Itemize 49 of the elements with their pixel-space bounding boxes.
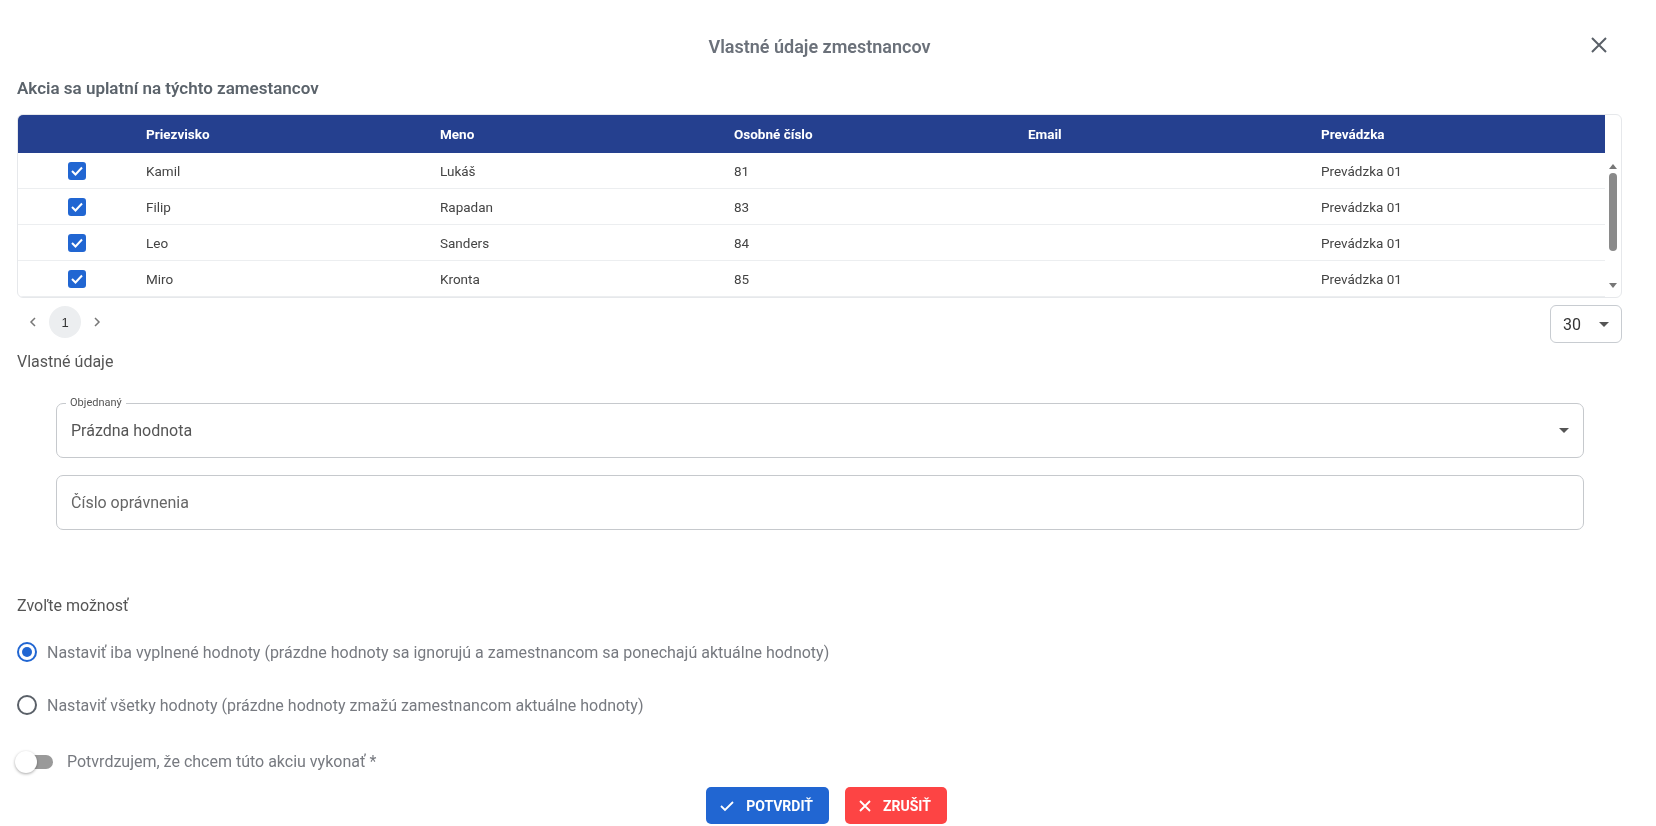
- chevron-left-icon[interactable]: [27, 316, 39, 328]
- dialog-title: Vlastné údaje zmestnancov: [708, 35, 931, 57]
- chevron-right-icon[interactable]: [91, 316, 103, 328]
- radio-button[interactable]: [17, 695, 37, 715]
- radio-button[interactable]: [17, 642, 37, 662]
- input-field[interactable]: Číslo oprávnenia: [56, 475, 1584, 530]
- section-heading: Akcia sa uplatní na týchto zamestancov: [17, 78, 320, 98]
- confirm-button[interactable]: POTVRDIŤ: [706, 787, 829, 824]
- close-icon: [858, 799, 871, 812]
- row-checkbox[interactable]: [68, 233, 86, 252]
- caret-icon: [1599, 321, 1609, 327]
- scroll-up-icon[interactable]: [1609, 163, 1617, 169]
- column-header[interactable]: Email: [1028, 126, 1321, 142]
- table-cell-text: Leo: [146, 234, 170, 251]
- page-button[interactable]: 1: [49, 306, 81, 338]
- table-cell-text: Prevádzka 01: [1321, 198, 1403, 215]
- field-label: Objednaný: [66, 396, 126, 409]
- table-cell-text: Filip: [146, 198, 172, 215]
- table-cell-text: Lukáš: [440, 162, 477, 179]
- table-cell-text: 83: [734, 198, 751, 215]
- table-cell-text: Sanders: [440, 234, 491, 251]
- column-header[interactable]: Prevádzka: [1321, 126, 1605, 142]
- table-cell-text: 81: [734, 162, 751, 179]
- table-cell-text: 84: [734, 234, 751, 251]
- row-checkbox[interactable]: [68, 269, 86, 288]
- table-cell-text: Miro: [146, 270, 175, 287]
- section-heading: Zvoľte možnosť: [17, 596, 130, 615]
- check-icon: [720, 799, 735, 812]
- table-cell-text: Prevádzka 01: [1321, 234, 1403, 251]
- row-checkbox[interactable]: [68, 197, 86, 216]
- close-icon[interactable]: [1590, 36, 1608, 54]
- table-cell-text: Kronta: [440, 270, 481, 287]
- table-cell-text: 85: [734, 270, 751, 287]
- column-header[interactable]: Osobné číslo: [734, 126, 1028, 142]
- row-checkbox[interactable]: [68, 161, 86, 180]
- caret-icon: [1559, 428, 1569, 433]
- section-heading: Vlastné údaje: [17, 352, 115, 371]
- scrollbar-thumb[interactable]: [1609, 173, 1617, 251]
- radio-label[interactable]: Nastaviť iba vyplnené hodnoty (prázdne hodnoty sa ignorujú a zamestnancom sa ponechajú aktuálne hodnoty): [47, 642, 830, 662]
- table-cell-text: Prevádzka 01: [1321, 162, 1403, 179]
- radio-label[interactable]: Nastaviť všetky hodnoty (prázdne hodnoty zmažú zamestnancom aktuálne hodnoty): [47, 695, 644, 715]
- page-size-select[interactable]: 30: [1550, 305, 1622, 343]
- table-cell-text: Rapadan: [440, 198, 494, 215]
- toggle-label[interactable]: Potvrdzujem, že chcem túto akciu vykonať *: [67, 752, 377, 771]
- table-cell-text: Prevádzka 01: [1321, 270, 1403, 287]
- scroll-down-icon[interactable]: [1609, 283, 1617, 289]
- column-header[interactable]: Meno: [440, 126, 734, 142]
- column-header[interactable]: Priezvisko: [146, 126, 440, 142]
- table-cell-text: Kamil: [146, 162, 182, 179]
